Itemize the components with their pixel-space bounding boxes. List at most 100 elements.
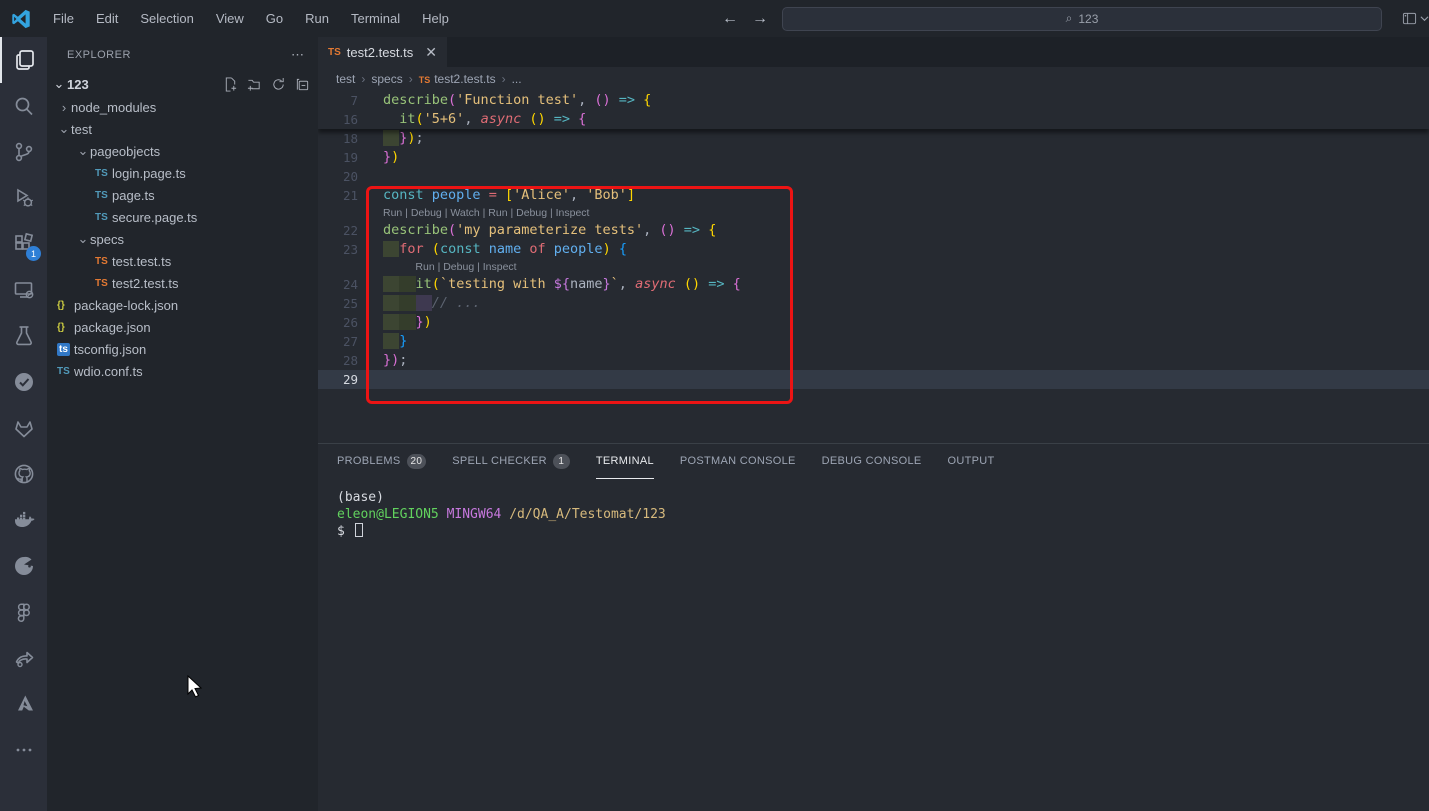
code-token: } <box>603 276 611 292</box>
tree-item-page-ts[interactable]: TSpage.ts <box>47 184 318 206</box>
tree-item-package-json[interactable]: {}package.json <box>47 316 318 338</box>
menu-view[interactable]: View <box>207 7 253 30</box>
activity-source-control-icon[interactable] <box>0 129 47 175</box>
menu-edit[interactable]: Edit <box>87 7 127 30</box>
panel-tab-terminal[interactable]: TERMINAL <box>596 444 654 479</box>
check-circle-icon <box>12 370 36 394</box>
figma-icon <box>12 600 36 624</box>
panel-tab-problems[interactable]: PROBLEMS20 <box>337 444 426 479</box>
title-bar: FileEditSelectionViewGoRunTerminalHelp ←… <box>0 0 1429 37</box>
history-forward-button[interactable]: → <box>752 10 768 28</box>
code-token: ] <box>627 187 635 203</box>
code-text <box>358 167 383 186</box>
activity-search-icon[interactable] <box>0 83 47 129</box>
panel-tab-spell-checker[interactable]: SPELL CHECKER1 <box>452 444 570 479</box>
activity-gitlab-icon[interactable] <box>0 405 47 451</box>
activity-remote-window-icon[interactable] <box>0 267 47 313</box>
code-line-29: 29 <box>318 370 1429 389</box>
terminal-output[interactable]: (base)eleon@LEGION5 MINGW64 /d/QA_A/Test… <box>318 479 1429 540</box>
activity-share-arrow-icon[interactable] <box>0 635 47 681</box>
code-token: } <box>416 314 424 330</box>
activity-run-debug-icon[interactable] <box>0 175 47 221</box>
tree-item-label: test.test.ts <box>112 254 171 269</box>
activity-extensions-icon[interactable]: 1 <box>0 221 47 267</box>
tree-item-login-page-ts[interactable]: TSlogin.page.ts <box>47 162 318 184</box>
tree-item-label: tsconfig.json <box>74 342 146 357</box>
tree-item-package-lock-json[interactable]: {}package-lock.json <box>47 294 318 316</box>
tree-item-pageobjects[interactable]: ⌄pageobjects <box>47 140 318 162</box>
breadcrumb-item-test2-test-ts[interactable]: TStest2.test.ts <box>419 72 496 86</box>
tree-item-test[interactable]: ⌄test <box>47 118 318 140</box>
codelens-debug-link[interactable]: Debug <box>411 207 442 219</box>
breadcrumb-item-specs[interactable]: specs <box>371 72 402 86</box>
close-icon[interactable]: ✕ <box>425 44 437 61</box>
tab-test2-test-ts[interactable]: TS test2.test.ts ✕ <box>318 37 447 67</box>
codelens-run-link[interactable]: Run <box>488 207 507 219</box>
code-text <box>358 370 383 389</box>
menu-help[interactable]: Help <box>413 7 458 30</box>
history-back-button[interactable]: ← <box>722 10 738 28</box>
activity-check-circle-icon[interactable] <box>0 359 47 405</box>
layout-control[interactable] <box>1402 11 1429 26</box>
tree-item-node-modules[interactable]: ›node_modules <box>47 96 318 118</box>
tree-item-label: test2.test.ts <box>112 276 178 291</box>
panel-tab-postman-console[interactable]: POSTMAN CONSOLE <box>680 444 796 479</box>
activity-azure-icon[interactable] <box>0 681 47 727</box>
new-folder-icon[interactable] <box>247 77 262 92</box>
activity-github-icon[interactable] <box>0 451 47 497</box>
refresh-icon[interactable] <box>271 77 286 92</box>
collapse-all-icon[interactable] <box>295 77 310 92</box>
menu-selection[interactable]: Selection <box>131 7 202 30</box>
tree-item-secure-page-ts[interactable]: TSsecure.page.ts <box>47 206 318 228</box>
braces: {} <box>57 322 74 333</box>
codelens-run-link[interactable]: Run <box>415 261 434 273</box>
panel-tab-debug-console[interactable]: DEBUG CONSOLE <box>822 444 922 479</box>
code-token: // ... <box>432 295 481 311</box>
activity-docker-icon[interactable] <box>0 497 47 543</box>
activity-files-icon[interactable] <box>0 37 47 83</box>
code-text: it('5+6', async () => { <box>358 110 586 129</box>
breadcrumb-separator-icon: › <box>361 72 365 86</box>
codelens-run-link[interactable]: Run <box>383 207 402 219</box>
codelens-inspect-link[interactable]: Inspect <box>483 261 517 273</box>
tree-item-label: login.page.ts <box>112 166 186 181</box>
tree-item-specs[interactable]: ⌄specs <box>47 228 318 250</box>
tree-item-test-test-ts[interactable]: TStest.test.ts <box>47 250 318 272</box>
breadcrumb-item-test[interactable]: test <box>336 72 355 86</box>
code-editor[interactable]: 7describe('Function test', () => {16 it(… <box>318 91 1429 443</box>
command-center-search[interactable]: ⌕ 123 <box>782 7 1382 31</box>
menu-run[interactable]: Run <box>296 7 338 30</box>
codelens-debug-link[interactable]: Debug <box>443 261 474 273</box>
breadcrumb-item--[interactable]: ... <box>512 72 522 86</box>
code-token: ( <box>432 276 440 292</box>
code-line-26: 26 }) <box>318 313 1429 332</box>
code-token <box>676 276 684 292</box>
file-tree: ›node_modules⌄test⌄pageobjectsTSlogin.pa… <box>47 96 318 382</box>
code-token: 'Function test' <box>456 92 578 108</box>
tab-label: test2.test.ts <box>347 45 413 60</box>
search-icon: ⌕ <box>1066 11 1073 26</box>
tree-item-wdio-conf-ts[interactable]: TSwdio.conf.ts <box>47 360 318 382</box>
panel-tab-output[interactable]: OUTPUT <box>948 444 995 479</box>
codelens-inspect-link[interactable]: Inspect <box>556 207 590 219</box>
explorer-more-button[interactable]: ⋯ <box>291 47 306 63</box>
tree-item-tsconfig-json[interactable]: tstsconfig.json <box>47 338 318 360</box>
gitlab-icon <box>12 416 36 440</box>
menu-go[interactable]: Go <box>257 7 292 30</box>
panel-tab-badge: 1 <box>553 454 570 469</box>
more-ellipsis-icon <box>12 738 36 762</box>
menu-terminal[interactable]: Terminal <box>342 7 409 30</box>
activity-figma-icon[interactable] <box>0 589 47 635</box>
code-text: describe('my parameterize tests', () => … <box>358 221 716 240</box>
codelens-debug-link[interactable]: Debug <box>516 207 547 219</box>
codelens-watch-link[interactable]: Watch <box>450 207 479 219</box>
menu-file[interactable]: File <box>44 7 83 30</box>
new-file-icon[interactable] <box>223 77 238 92</box>
activity-pie-circle-icon[interactable] <box>0 543 47 589</box>
tree-item-test2-test-ts[interactable]: TStest2.test.ts <box>47 272 318 294</box>
activity-more-ellipsis-icon[interactable] <box>0 727 47 773</box>
code-token: => <box>619 92 635 108</box>
workspace-section-header[interactable]: ⌄ 123 <box>47 72 318 96</box>
code-token: 'my parameterize tests' <box>456 222 643 238</box>
activity-testing-flask-icon[interactable] <box>0 313 47 359</box>
